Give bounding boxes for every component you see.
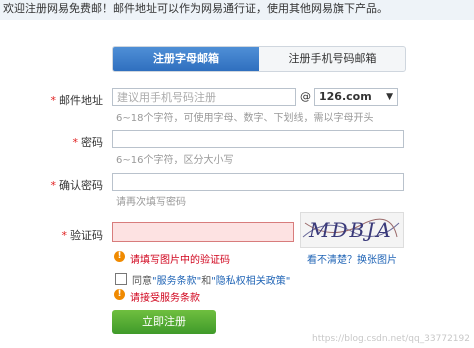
domain-select[interactable]: 126.com ▼ (314, 88, 398, 106)
agreement-text: 同意"服务条款"和"隐私权相关政策" (132, 272, 290, 287)
warning-icon: ! (114, 289, 125, 300)
confirm-password-label: 确认密码 (59, 179, 103, 192)
required-mark: * (50, 94, 57, 107)
password-label-group: * 密码 (8, 134, 104, 150)
checkbox-icon[interactable] (115, 273, 127, 285)
required-mark: * (50, 179, 57, 192)
triangle-down-icon: ▼ (386, 92, 393, 102)
captcha-input[interactable] (112, 222, 294, 242)
required-mark: * (72, 136, 79, 149)
password-label: 密码 (81, 136, 103, 149)
email-label: 邮件地址 (59, 94, 103, 107)
email-hint: 6~18个字符，可使用字母、数字、下划线，需以字母开头 (116, 113, 374, 124)
captcha-text: MDBJA (308, 218, 393, 242)
watermark: https://blog.csdn.net/qq_33772192 (311, 334, 470, 344)
captcha-label-group: * 验证码 (8, 227, 104, 243)
confirm-password-hint: 请再次填写密码 (116, 197, 186, 208)
captcha-error: 请填写图片中的验证码 (130, 255, 230, 266)
captcha-label: 验证码 (70, 229, 103, 242)
confirm-password-label-group: * 确认密码 (8, 177, 104, 193)
tab-letter-email[interactable]: 注册字母邮箱 (113, 47, 259, 71)
agreement-error: 请接受服务条款 (130, 293, 200, 304)
agreement-and: 和 (201, 276, 212, 287)
captcha-image[interactable]: MDBJA (300, 212, 404, 248)
email-input[interactable]: 建议用手机号码注册 (112, 88, 296, 106)
confirm-password-input[interactable] (112, 173, 404, 191)
privacy-link[interactable]: "隐私权相关政策" (211, 276, 290, 287)
email-label-group: * 邮件地址 (8, 92, 104, 108)
agreement-prefix: 同意 (132, 276, 152, 287)
terms-link[interactable]: "服务条款" (152, 276, 201, 287)
refresh-captcha-link[interactable]: 看不清楚？换张图片 (307, 251, 397, 266)
register-tabs: 注册字母邮箱 注册手机号码邮箱 (112, 46, 406, 72)
warning-icon: ! (114, 251, 125, 262)
at-sign: @ (300, 90, 311, 103)
password-hint: 6~16个字符，区分大小写 (116, 155, 234, 166)
domain-value: 126.com (319, 90, 372, 103)
password-input[interactable] (112, 130, 404, 148)
welcome-banner: 欢迎注册网易免费邮！邮件地址可以作为网易通行证，使用其他网易旗下产品。 (0, 0, 474, 20)
captcha-image-noise: MDBJA (302, 218, 400, 242)
required-mark: * (61, 229, 68, 242)
register-button[interactable]: 立即注册 (112, 310, 216, 334)
tab-mobile-email[interactable]: 注册手机号码邮箱 (260, 47, 405, 71)
